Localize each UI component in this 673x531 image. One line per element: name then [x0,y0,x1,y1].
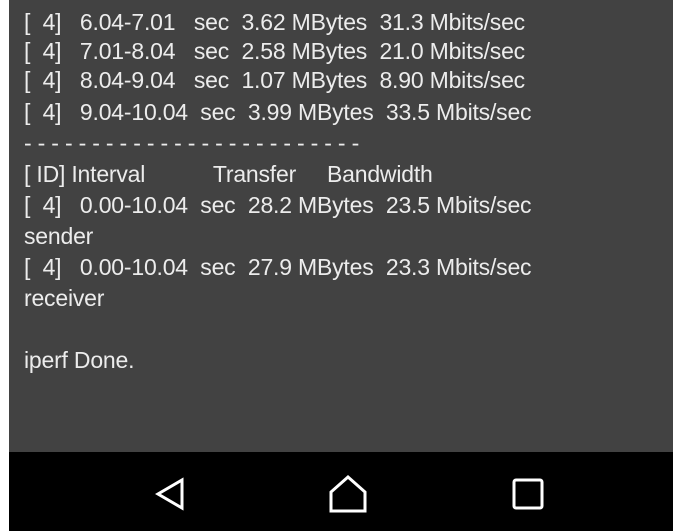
home-button[interactable] [326,472,370,516]
terminal-status-line: iperf Done. [24,347,135,373]
recents-square-icon [512,478,544,510]
terminal-line: sender [24,223,94,249]
navigation-bar [9,452,673,531]
terminal-line: [ 4] 0.00-10.04 sec 27.9 MBytes 23.3 Mbi… [24,254,532,280]
terminal-line: receiver [24,285,105,311]
terminal-output[interactable]: [ 4] 6.04-7.01 sec 3.62 MBytes 31.3 Mbit… [9,0,673,452]
back-triangle-icon [155,477,184,511]
terminal-line: [ 4] 6.04-7.01 sec 3.62 MBytes 31.3 Mbit… [24,9,525,35]
terminal-line: [ 4] 9.04-10.04 sec 3.99 MBytes 33.5 Mbi… [24,99,532,125]
terminal-separator: - - - - - - - - - - - - - - - - - - - - … [24,130,360,156]
back-button[interactable] [148,472,192,516]
terminal-header-line: [ ID] Interval Transfer Bandwidth [24,161,433,187]
terminal-line: [ 4] 8.04-9.04 sec 1.07 MBytes 8.90 Mbit… [24,67,525,93]
terminal-line: [ 4] 0.00-10.04 sec 28.2 MBytes 23.5 Mbi… [24,192,532,218]
recents-button[interactable] [506,472,550,516]
home-icon [329,474,367,513]
terminal-line: [ 4] 7.01-8.04 sec 2.58 MBytes 21.0 Mbit… [24,38,525,64]
phone-screen: [ 4] 6.04-7.01 sec 3.62 MBytes 31.3 Mbit… [9,0,673,531]
